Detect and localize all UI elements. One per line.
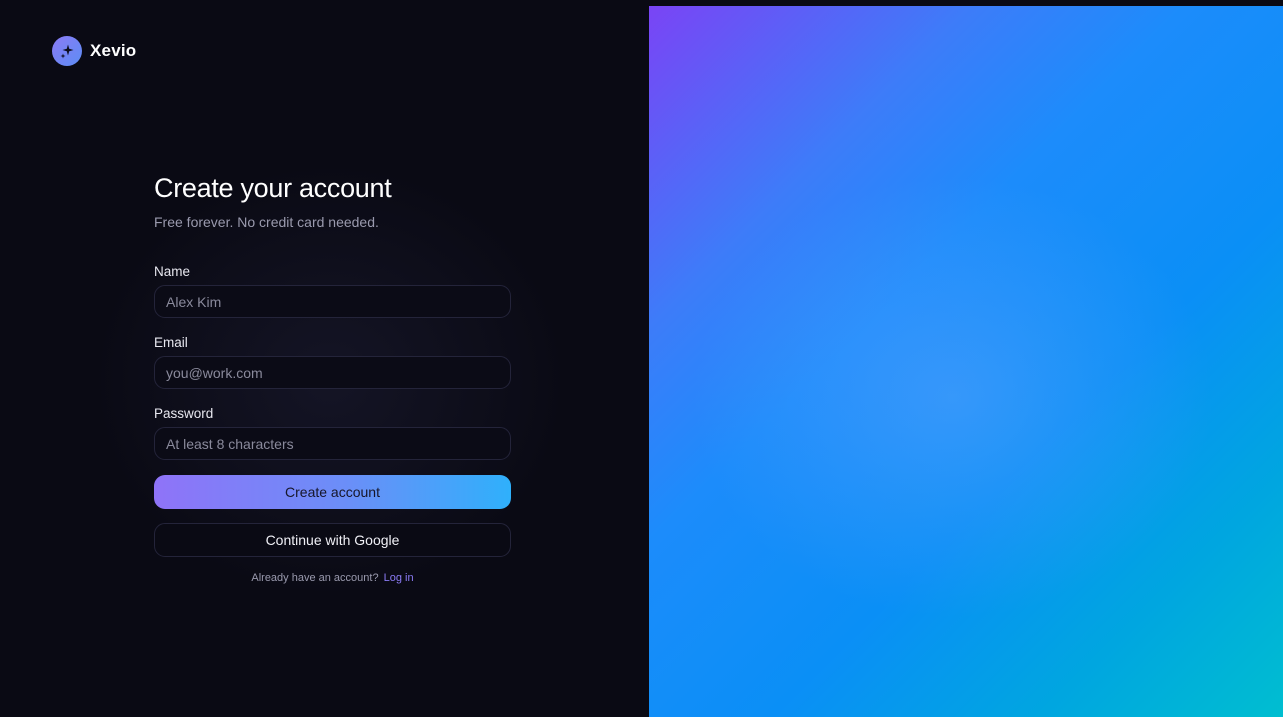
signup-form: Create your account Free forever. No cre…	[154, 172, 511, 584]
login-prompt-text: Already have an account?	[251, 572, 379, 584]
hero-gradient-panel	[649, 6, 1283, 717]
password-input[interactable]	[154, 427, 511, 460]
login-link[interactable]: Log in	[384, 572, 414, 584]
email-input[interactable]	[154, 356, 511, 389]
continue-with-google-button[interactable]: Continue with Google	[154, 523, 511, 557]
signup-page: Xevio Create your account Free forever. …	[0, 0, 1283, 717]
page-subtitle: Free forever. No credit card needed.	[154, 214, 379, 230]
email-label: Email	[154, 335, 188, 350]
left-panel: Xevio Create your account Free forever. …	[0, 0, 649, 717]
login-prompt: Already have an account? Log in	[154, 572, 511, 584]
password-label: Password	[154, 406, 214, 421]
brand-name: Xevio	[90, 41, 137, 60]
name-input[interactable]	[154, 285, 511, 318]
name-label: Name	[154, 264, 191, 279]
create-account-button[interactable]: Create account	[154, 475, 511, 509]
brand[interactable]: Xevio	[52, 36, 136, 66]
sparkles-icon	[52, 36, 82, 66]
page-title: Create your account	[154, 173, 392, 203]
